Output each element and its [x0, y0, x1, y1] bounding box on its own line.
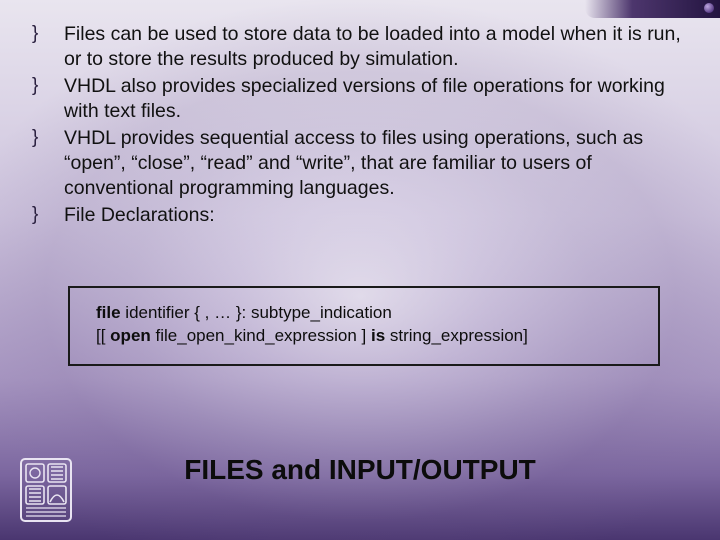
syntax-text: file_open_kind_expression ]	[151, 326, 371, 345]
content-area: Files can be used to store data to be lo…	[30, 22, 692, 230]
bullet-text: File Declarations:	[64, 204, 215, 226]
syntax-line-1: file identifier { , … }: subtype_indicat…	[96, 302, 640, 325]
syntax-line-2: [[ open file_open_kind_expression ] is s…	[96, 325, 640, 348]
syntax-text: [[	[96, 326, 110, 345]
list-item: File Declarations:	[30, 203, 692, 228]
syntax-text: identifier { , … }: subtype_indication	[121, 303, 392, 322]
page-title: FILES and INPUT/OUTPUT	[0, 454, 720, 486]
keyword-is: is	[371, 326, 385, 345]
list-item: VHDL also provides specialized versions …	[30, 74, 692, 124]
top-accent-decoration	[585, 0, 720, 18]
syntax-box: file identifier { , … }: subtype_indicat…	[68, 286, 660, 366]
list-item: VHDL provides sequential access to files…	[30, 126, 692, 201]
bullet-list: Files can be used to store data to be lo…	[30, 22, 692, 228]
university-seal-icon	[20, 458, 72, 522]
bullet-text: VHDL also provides specialized versions …	[64, 75, 665, 122]
syntax-text: string_expression]	[385, 326, 528, 345]
bullet-text: Files can be used to store data to be lo…	[64, 23, 681, 70]
keyword-open: open	[110, 326, 151, 345]
bullet-text: VHDL provides sequential access to files…	[64, 127, 643, 199]
list-item: Files can be used to store data to be lo…	[30, 22, 692, 72]
slide: Files can be used to store data to be lo…	[0, 0, 720, 540]
keyword-file: file	[96, 303, 121, 322]
